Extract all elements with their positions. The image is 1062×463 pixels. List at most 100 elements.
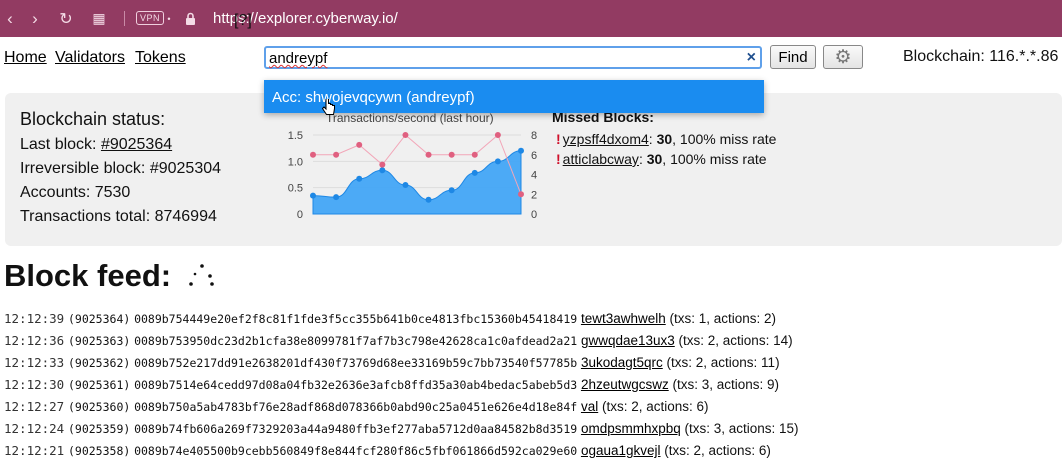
- warning-icon: !: [556, 131, 561, 147]
- y-right-tick-label: 8: [531, 130, 537, 142]
- block-time: 12:12:24: [4, 421, 65, 436]
- block-number: (9025364): [67, 312, 131, 326]
- search-input-value: andreypf: [269, 50, 328, 67]
- block-number: (9025360): [67, 400, 131, 414]
- block-info: (txs: 2, actions: 14): [678, 333, 793, 348]
- tps-chart: 1.5 1.0 0.5 0 8 6 4 2 0: [288, 130, 537, 221]
- y-left-tick-label: 0: [297, 209, 303, 221]
- block-feed-row: 12:12:33 (9025362) 0089b752e217dd91e2638…: [4, 355, 780, 375]
- transactions-total: Transactions total: 8746994: [20, 208, 217, 225]
- y-right-tick-label: 0: [531, 209, 537, 221]
- tabs-grid-icon[interactable]: ▦: [88, 0, 110, 37]
- y-left-tick-label: 0.5: [288, 183, 303, 195]
- missed-row: ! yzpsff4dxom4: 30, 100% miss rate: [556, 131, 777, 147]
- block-number: (9025361): [67, 378, 131, 392]
- help-link[interactable]: [?]: [234, 12, 252, 30]
- reload-icon[interactable]: ↻: [55, 0, 77, 37]
- block-hash: 0089b753950dc23d2b1cfa38e8099781f7af7b3c…: [134, 334, 578, 348]
- chart-title: Transactions/second (last hour): [326, 111, 494, 125]
- clear-search-icon[interactable]: ×: [747, 49, 756, 67]
- actions-point: [379, 161, 386, 168]
- missed-rate: , 100% miss rate: [672, 131, 777, 147]
- block-info: (txs: 2, actions: 11): [666, 355, 780, 370]
- missed-rate: , 100% miss rate: [662, 151, 767, 167]
- block-feed-row: 12:12:36 (9025363) 0089b753950dc23d2b1cf…: [4, 333, 793, 353]
- toolbar-divider: [124, 11, 125, 26]
- nav-validators-link[interactable]: Validators: [55, 49, 125, 67]
- block-feed-row: 12:12:21 (9025358) 0089b74e405500b9cebb5…: [4, 443, 771, 463]
- block-feed-title: Block feed:: [4, 258, 172, 293]
- blockchain-endpoint: Blockchain: 116.*.*.86: [903, 48, 1059, 65]
- missed-count: 30: [646, 151, 663, 167]
- vpn-badge[interactable]: VPN: [136, 11, 165, 25]
- actions-point: [425, 151, 432, 158]
- accounts-count: Accounts: 7530: [20, 184, 131, 201]
- nav-tokens-link[interactable]: Tokens: [135, 49, 186, 67]
- block-number: (9025362): [67, 356, 131, 370]
- block-feed-row: 12:12:30 (9025361) 0089b7514e64cedd97d08…: [4, 377, 779, 397]
- block-producer-link[interactable]: val: [581, 399, 598, 414]
- hand-cursor-icon: [321, 97, 336, 122]
- block-producer-link[interactable]: gwwqdae13ux3: [581, 333, 675, 348]
- block-hash: 0089b7514e64cedd97d08a04fb32e2636e3afcb8…: [134, 378, 578, 392]
- find-button[interactable]: Find: [770, 45, 816, 69]
- tps-point: [402, 182, 409, 189]
- block-time: 12:12:36: [4, 333, 65, 348]
- tps-point: [379, 167, 386, 174]
- y-left-tick-label: 1.0: [288, 156, 303, 168]
- nav-home-link[interactable]: Home: [4, 49, 47, 67]
- block-info: (txs: 1, actions: 2): [669, 311, 777, 326]
- last-block-link[interactable]: #9025364: [101, 136, 172, 153]
- block-hash: 0089b750a5ab4783bf76e28adf868d078366b0ab…: [134, 400, 578, 414]
- block-time: 12:12:30: [4, 377, 65, 392]
- y-right-tick-label: 2: [531, 189, 537, 201]
- block-info: (txs: 2, actions: 6): [601, 399, 709, 414]
- tps-point: [448, 187, 455, 194]
- browser-toolbar: ‹ › ↻ ▦ VPN • https://explorer.cyberway.…: [0, 0, 1062, 37]
- block-time: 12:12:39: [4, 311, 65, 326]
- loading-spinner-icon: [189, 264, 214, 286]
- status-title: Blockchain status:: [20, 109, 166, 129]
- last-block: Last block: #9025364: [20, 136, 172, 154]
- block-info: (txs: 3, actions: 15): [684, 421, 799, 436]
- missed-count: 30: [656, 131, 673, 147]
- actions-point: [333, 151, 340, 158]
- block-hash: 0089b74fb606a269f7329203a44a9480ffb3ef27…: [134, 422, 578, 436]
- settings-button[interactable]: ⚙: [823, 45, 863, 69]
- block-time: 12:12:27: [4, 399, 65, 414]
- actions-point: [402, 132, 409, 138]
- tps-point: [356, 175, 363, 182]
- actions-point: [310, 151, 316, 158]
- tps-area: [312, 150, 522, 215]
- block-time: 12:12:33: [4, 355, 65, 370]
- block-producer-link[interactable]: 3ukodagt5qrc: [581, 355, 663, 370]
- block-producer-link[interactable]: tewt3awhwelh: [581, 311, 666, 326]
- tps-point: [310, 192, 316, 199]
- tps-point: [425, 196, 432, 203]
- forward-icon[interactable]: ›: [25, 0, 45, 37]
- missed-validator-link[interactable]: atticlabcway: [563, 151, 639, 167]
- back-icon[interactable]: ‹: [0, 0, 20, 37]
- dot-icon: •: [167, 13, 171, 24]
- actions-point: [518, 191, 524, 198]
- search-suggestion[interactable]: Acc: shwojevqcywn (andreypf): [264, 80, 764, 113]
- search-input[interactable]: andreypf ×: [264, 46, 762, 69]
- tps-point: [518, 147, 524, 154]
- lock-icon[interactable]: [182, 0, 198, 37]
- block-hash: 0089b752e217dd91e2638201df430f73769d68ee…: [134, 356, 578, 370]
- tps-point: [471, 169, 478, 176]
- actions-point: [471, 151, 478, 158]
- missed-validator-link[interactable]: yzpsff4dxom4: [563, 131, 649, 147]
- block-producer-link[interactable]: 2hzeutwgcswz: [581, 377, 669, 392]
- block-number: (9025363): [67, 334, 131, 348]
- block-feed-row: 12:12:24 (9025359) 0089b74fb606a269f7329…: [4, 421, 799, 441]
- actions-point: [494, 132, 501, 138]
- block-feed-row: 12:12:39 (9025364) 0089b754449e20ef2f8c8…: [4, 311, 776, 331]
- tps-point: [333, 194, 340, 201]
- block-producer-link[interactable]: omdpsmmhxpbq: [581, 421, 681, 436]
- tps-point: [494, 158, 501, 165]
- warning-icon: !: [556, 151, 561, 167]
- y-left-tick-label: 1.5: [288, 130, 303, 142]
- actions-point: [356, 141, 363, 148]
- last-block-label: Last block:: [20, 136, 101, 153]
